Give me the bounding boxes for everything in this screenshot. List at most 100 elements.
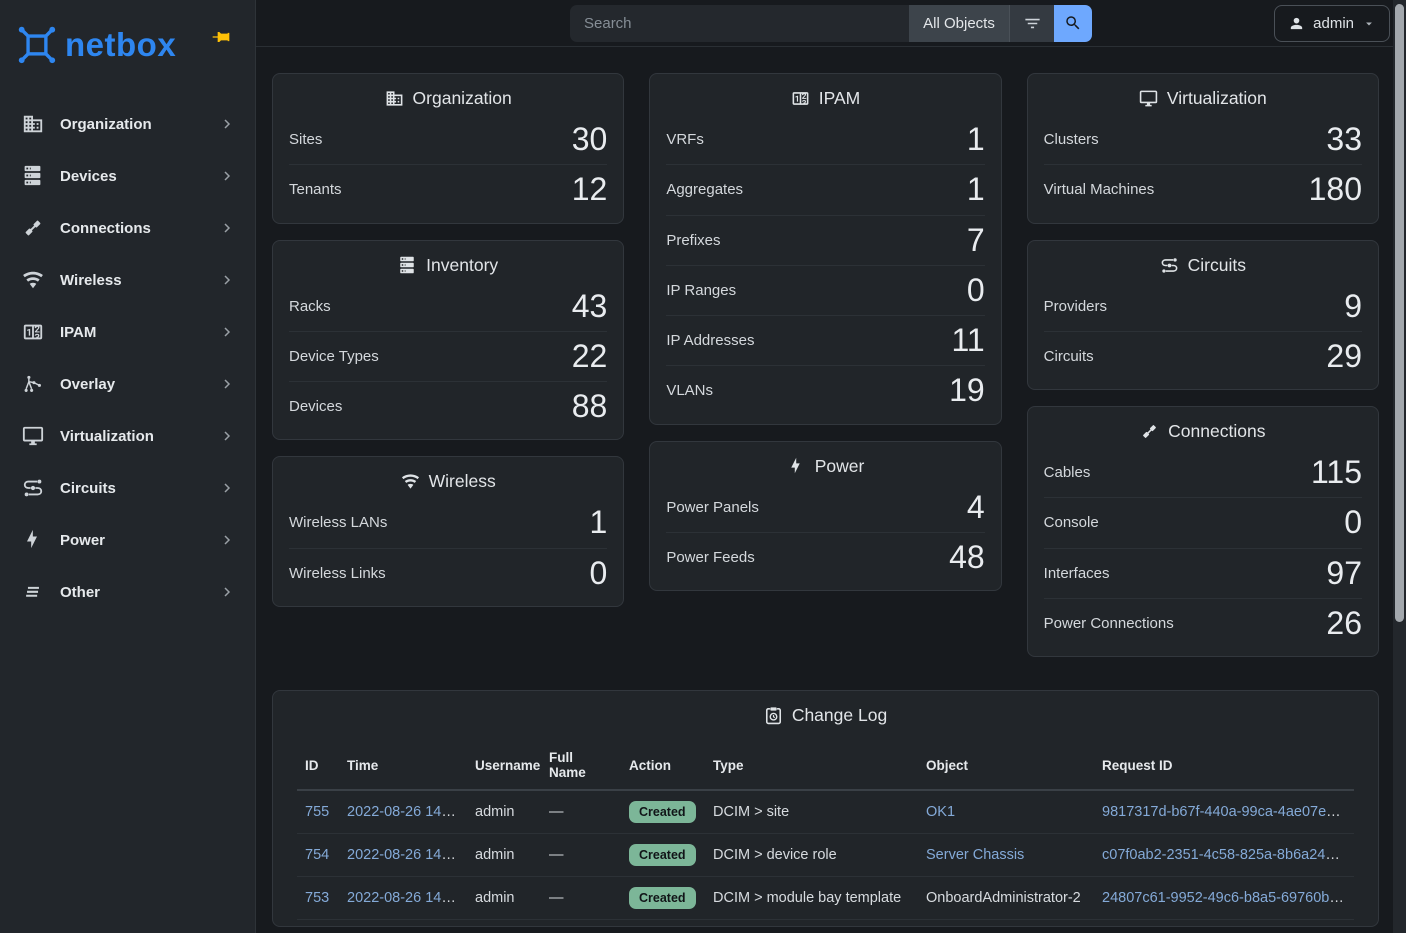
stat-row: Sites 30	[289, 115, 607, 164]
request-id-link[interactable]: 24807c61-9952-49c6-b8a5-69760bfcc4b3	[1102, 890, 1354, 906]
stat-value-link[interactable]: 1	[967, 123, 985, 156]
stat-value-link[interactable]: 43	[572, 290, 608, 323]
stat-value-link[interactable]: 12	[572, 173, 608, 206]
chevron-right-icon	[219, 168, 235, 184]
object-type-dropdown[interactable]: All Objects	[909, 5, 1009, 42]
stat-value-link[interactable]: 180	[1309, 173, 1362, 206]
scrollbar-track[interactable]	[1393, 0, 1406, 933]
table-row: 754 2022-08-26 14:17 admin — Created DCI…	[297, 834, 1354, 877]
chevron-right-icon	[219, 116, 235, 132]
stat-label: Power Panels	[666, 499, 759, 516]
search-input[interactable]	[570, 5, 909, 42]
sidebar-item-devices[interactable]: Devices	[0, 150, 255, 202]
stat-value-link[interactable]: 11	[951, 324, 984, 357]
change-time-link[interactable]: 2022-08-26 14:15	[347, 890, 462, 906]
sidebar-item-label: Connections	[60, 220, 219, 237]
sidebar-item-connections[interactable]: Connections	[0, 202, 255, 254]
request-id-link[interactable]: c07f0ab2-2351-4c58-825a-8b6a2425a1ab	[1102, 847, 1354, 863]
card-title-text: Power	[815, 456, 865, 477]
sidebar-item-virtualization[interactable]: Virtualization	[0, 410, 255, 462]
stat-label: Racks	[289, 298, 331, 315]
netbox-logo[interactable]: netbox	[14, 22, 176, 67]
status-badge: Created	[629, 844, 696, 866]
stat-value-link[interactable]: 22	[572, 340, 608, 373]
monitor-icon	[22, 425, 44, 447]
change-id-link[interactable]: 755	[305, 804, 329, 820]
counter-icon	[22, 321, 44, 343]
change-id-link[interactable]: 754	[305, 847, 329, 863]
change-object-link[interactable]: OK1	[926, 804, 955, 820]
sidebar-item-circuits[interactable]: Circuits	[0, 462, 255, 514]
sidebar-item-ipam[interactable]: IPAM	[0, 306, 255, 358]
sidebar-item-label: Virtualization	[60, 428, 219, 445]
card-wireless: Wireless Wireless LANs 1 Wireless Links …	[272, 456, 624, 607]
stat-value-link[interactable]: 97	[1326, 557, 1362, 590]
stat-value-link[interactable]: 29	[1326, 340, 1362, 373]
change-time-link[interactable]: 2022-08-26 14:17	[347, 847, 462, 863]
change-id-link[interactable]: 753	[305, 890, 329, 906]
stat-row: Wireless LANs 1	[289, 498, 607, 547]
wifi-icon	[22, 269, 44, 291]
sidebar-item-label: Devices	[60, 168, 219, 185]
stat-value-link[interactable]: 33	[1326, 123, 1362, 156]
change-full-name: —	[541, 834, 621, 877]
stat-value-link[interactable]: 1	[967, 173, 985, 206]
card-ipam: IPAM VRFs 1 Aggregates 1	[649, 73, 1001, 425]
table-row: 755 2022-08-26 14:22 admin — Created DCI…	[297, 790, 1354, 834]
stat-value-link[interactable]: 4	[967, 491, 985, 524]
stat-label: VLANs	[666, 382, 713, 399]
stat-label: Aggregates	[666, 181, 743, 198]
sidebar-item-label: IPAM	[60, 324, 219, 341]
sidebar-item-other[interactable]: Other	[0, 566, 255, 618]
stat-row: VRFs 1	[666, 115, 984, 164]
request-id-link[interactable]: 9817317d-b67f-440a-99ca-4ae07ede94df	[1102, 804, 1354, 820]
sidebar-item-label: Organization	[60, 116, 219, 133]
pin-sidebar-icon[interactable]	[211, 27, 231, 47]
sidebar-item-label: Overlay	[60, 376, 219, 393]
wifi-icon	[401, 472, 420, 491]
stat-row: Devices 88	[289, 381, 607, 431]
stat-label: Wireless LANs	[289, 514, 387, 531]
stat-value-link[interactable]: 9	[1344, 290, 1362, 323]
stat-row: Power Feeds 48	[666, 532, 984, 582]
search-submit-button[interactable]	[1054, 5, 1092, 42]
transit-icon	[22, 477, 44, 499]
sidebar-item-power[interactable]: Power	[0, 514, 255, 566]
status-badge: Created	[629, 801, 696, 823]
stat-value-link[interactable]: 7	[967, 224, 985, 257]
chevron-right-icon	[219, 480, 235, 496]
search-bar: All Objects	[570, 5, 1092, 42]
column-header-action: Action	[621, 742, 705, 790]
sidebar-item-organization[interactable]: Organization	[0, 98, 255, 150]
change-time-link[interactable]: 2022-08-26 14:22	[347, 804, 462, 820]
card-change-log: Change Log ID Time Username Full Name Ac	[272, 690, 1379, 927]
stat-row: Providers 9	[1044, 282, 1362, 331]
netbox-wordmark: netbox	[65, 28, 176, 61]
stat-value-link[interactable]: 115	[1311, 456, 1362, 489]
sidebar-item-wireless[interactable]: Wireless	[0, 254, 255, 306]
card-title-text: Circuits	[1188, 255, 1246, 276]
card-title-text: Virtualization	[1167, 88, 1267, 109]
table-row: 753 2022-08-26 14:15 admin — Created DCI…	[297, 877, 1354, 920]
stat-label: Interfaces	[1044, 565, 1110, 582]
user-menu-button[interactable]: admin	[1274, 5, 1390, 42]
change-full-name: —	[541, 877, 621, 920]
stat-value-link[interactable]: 30	[572, 123, 608, 156]
change-object-link[interactable]: Server Chassis	[926, 847, 1024, 863]
stat-value-link[interactable]: 19	[949, 374, 985, 407]
stat-value-link[interactable]: 0	[1344, 506, 1362, 539]
stat-row: Clusters 33	[1044, 115, 1362, 164]
stat-value-link[interactable]: 0	[590, 557, 608, 590]
filter-button[interactable]	[1009, 5, 1054, 42]
card-title: Circuits	[1028, 241, 1378, 280]
stat-value-link[interactable]: 88	[572, 390, 608, 423]
stat-value-link[interactable]: 0	[967, 274, 985, 307]
user-label: admin	[1313, 15, 1354, 32]
sidebar-item-overlay[interactable]: Overlay	[0, 358, 255, 410]
stat-value-link[interactable]: 48	[949, 541, 985, 574]
building-icon	[22, 113, 44, 135]
scrollbar-thumb[interactable]	[1395, 4, 1404, 622]
stat-value-link[interactable]: 1	[590, 506, 608, 539]
stat-label: Tenants	[289, 181, 342, 198]
stat-value-link[interactable]: 26	[1326, 607, 1362, 640]
